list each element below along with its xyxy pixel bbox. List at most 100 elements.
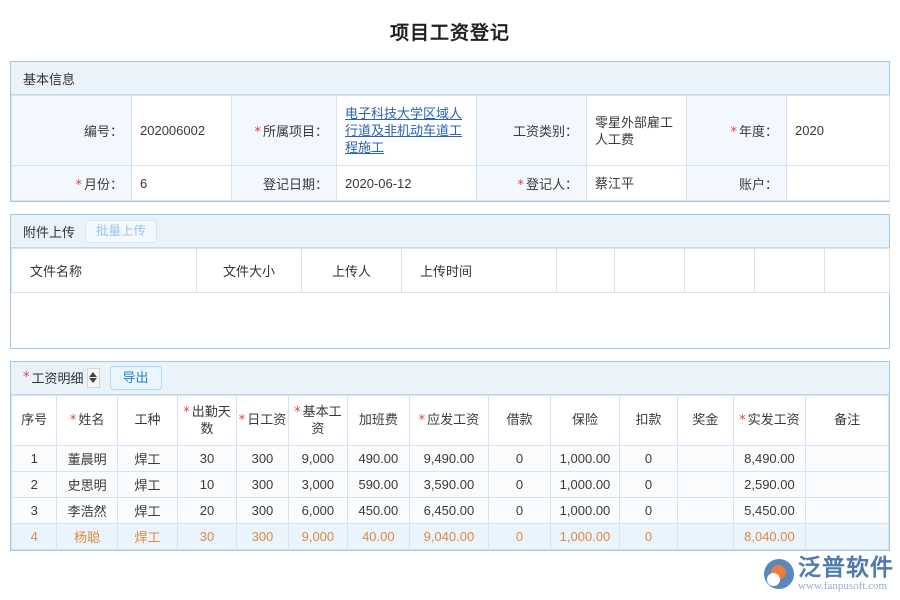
- row-remark[interactable]: [806, 471, 889, 497]
- fanpu-logo-icon: [764, 559, 794, 589]
- row-daily[interactable]: 300: [236, 497, 288, 523]
- row-name[interactable]: 史思明: [57, 471, 117, 497]
- row-daily[interactable]: 300: [236, 523, 288, 549]
- row-actual[interactable]: 8,490.00: [733, 445, 806, 471]
- row-overtime[interactable]: 490.00: [347, 445, 409, 471]
- col-extra-4: [755, 249, 825, 293]
- salary-detail-title: 工资明细: [32, 368, 84, 387]
- row-name[interactable]: 李浩然: [57, 497, 117, 523]
- row-seq[interactable]: 4: [12, 523, 57, 549]
- row-bonus[interactable]: [678, 471, 733, 497]
- export-button[interactable]: 导出: [110, 366, 162, 390]
- row-job[interactable]: 焊工: [117, 497, 177, 523]
- row-seq[interactable]: 3: [12, 497, 57, 523]
- row-payable[interactable]: 3,590.00: [410, 471, 489, 497]
- code-value[interactable]: 202006002: [132, 96, 232, 166]
- attachment-empty-cell: [12, 293, 890, 348]
- row-job[interactable]: 焊工: [117, 471, 177, 497]
- table-row[interactable]: 3李浩然焊工203006,000450.006,450.0001,000.000…: [12, 497, 889, 523]
- col-daily: *日工资: [236, 395, 288, 445]
- project-value[interactable]: 电子科技大学区域人行道及非机动车道工程施工: [337, 96, 477, 166]
- row-days[interactable]: 10: [178, 471, 236, 497]
- row-overtime[interactable]: 40.00: [347, 523, 409, 549]
- salary-detail-body: 1董晨明焊工303009,000490.009,490.0001,000.000…: [12, 445, 889, 549]
- row-loan[interactable]: 0: [488, 523, 550, 549]
- registrant-value[interactable]: 蔡江平: [587, 166, 687, 201]
- code-label: 编号：: [12, 96, 132, 166]
- row-overtime[interactable]: 450.00: [347, 497, 409, 523]
- row-deduction[interactable]: 0: [619, 471, 677, 497]
- row-deduction[interactable]: 0: [619, 445, 677, 471]
- chevron-down-icon[interactable]: [89, 378, 97, 383]
- row-remark[interactable]: [806, 445, 889, 471]
- year-value[interactable]: 2020: [787, 96, 890, 166]
- col-actual: *实发工资: [733, 395, 806, 445]
- row-payable[interactable]: 9,490.00: [410, 445, 489, 471]
- account-value[interactable]: [787, 166, 890, 201]
- row-count-stepper[interactable]: [87, 368, 100, 388]
- row-base[interactable]: 9,000: [289, 523, 347, 549]
- row-base[interactable]: 9,000: [289, 445, 347, 471]
- row-insurance[interactable]: 1,000.00: [551, 523, 620, 549]
- col-base: *基本工资: [289, 395, 347, 445]
- required-asterisk-icon: *: [23, 370, 30, 385]
- col-name-label: 姓名: [78, 412, 104, 427]
- attachment-panel: 附件上传 批量上传 文件名称 文件大小 上传人 上传时间: [10, 214, 890, 349]
- row-name[interactable]: 董晨明: [57, 445, 117, 471]
- batch-upload-button[interactable]: 批量上传: [85, 220, 157, 243]
- row-daily[interactable]: 300: [236, 471, 288, 497]
- row-actual[interactable]: 5,450.00: [733, 497, 806, 523]
- row-remark[interactable]: [806, 523, 889, 549]
- row-payable[interactable]: 9,040.00: [410, 523, 489, 549]
- row-deduction[interactable]: 0: [619, 497, 677, 523]
- month-value[interactable]: 6: [132, 166, 232, 201]
- row-insurance[interactable]: 1,000.00: [551, 471, 620, 497]
- row-seq[interactable]: 1: [12, 445, 57, 471]
- row-loan[interactable]: 0: [488, 445, 550, 471]
- row-bonus[interactable]: [678, 445, 733, 471]
- row-insurance[interactable]: 1,000.00: [551, 497, 620, 523]
- required-asterisk-icon: *: [294, 405, 301, 420]
- row-days[interactable]: 30: [178, 445, 236, 471]
- required-asterisk-icon: *: [70, 413, 77, 428]
- row-seq[interactable]: 2: [12, 471, 57, 497]
- row-days[interactable]: 20: [178, 497, 236, 523]
- watermark-text: 泛普软件 www.fanpusoft.com: [798, 556, 894, 592]
- row-deduction[interactable]: 0: [619, 523, 677, 549]
- attachment-header-row: 文件名称 文件大小 上传人 上传时间: [12, 249, 890, 293]
- row-actual[interactable]: 2,590.00: [733, 471, 806, 497]
- salary-type-value[interactable]: 零星外部雇工人工费: [587, 96, 687, 166]
- row-job[interactable]: 焊工: [117, 523, 177, 549]
- row-name[interactable]: 杨聪: [57, 523, 117, 549]
- row-insurance[interactable]: 1,000.00: [551, 445, 620, 471]
- row-bonus[interactable]: [678, 497, 733, 523]
- row-base[interactable]: 6,000: [289, 497, 347, 523]
- chevron-up-icon[interactable]: [89, 372, 97, 377]
- row-loan[interactable]: 0: [488, 471, 550, 497]
- row-bonus[interactable]: [678, 523, 733, 549]
- reg-date-value[interactable]: 2020-06-12: [337, 166, 477, 201]
- row-daily[interactable]: 300: [236, 445, 288, 471]
- row-base[interactable]: 3,000: [289, 471, 347, 497]
- table-row[interactable]: 4杨聪焊工303009,00040.009,040.0001,000.0008,…: [12, 523, 889, 549]
- row-overtime[interactable]: 590.00: [347, 471, 409, 497]
- attachment-empty-row: [12, 293, 890, 348]
- year-label-text: 年度：: [739, 124, 778, 139]
- col-job: 工种: [117, 395, 177, 445]
- col-overtime: 加班费: [347, 395, 409, 445]
- salary-detail-panel: *工资明细 导出 序号 *姓名 工种 *出勤天数 *日工资 *基本工资 加班费 …: [10, 361, 890, 551]
- account-label-text: 账户：: [739, 177, 778, 192]
- salary-type-label-text: 工资类别：: [513, 124, 578, 139]
- account-label: 账户：: [687, 166, 787, 201]
- table-row[interactable]: 1董晨明焊工303009,000490.009,490.0001,000.000…: [12, 445, 889, 471]
- col-loan: 借款: [488, 395, 550, 445]
- project-link[interactable]: 电子科技大学区域人行道及非机动车道工程施工: [345, 106, 462, 155]
- row-payable[interactable]: 6,450.00: [410, 497, 489, 523]
- table-row[interactable]: 2史思明焊工103003,000590.003,590.0001,000.000…: [12, 471, 889, 497]
- row-actual[interactable]: 8,040.00: [733, 523, 806, 549]
- col-uploader: 上传人: [302, 249, 402, 293]
- row-job[interactable]: 焊工: [117, 445, 177, 471]
- row-loan[interactable]: 0: [488, 497, 550, 523]
- row-remark[interactable]: [806, 497, 889, 523]
- row-days[interactable]: 30: [178, 523, 236, 549]
